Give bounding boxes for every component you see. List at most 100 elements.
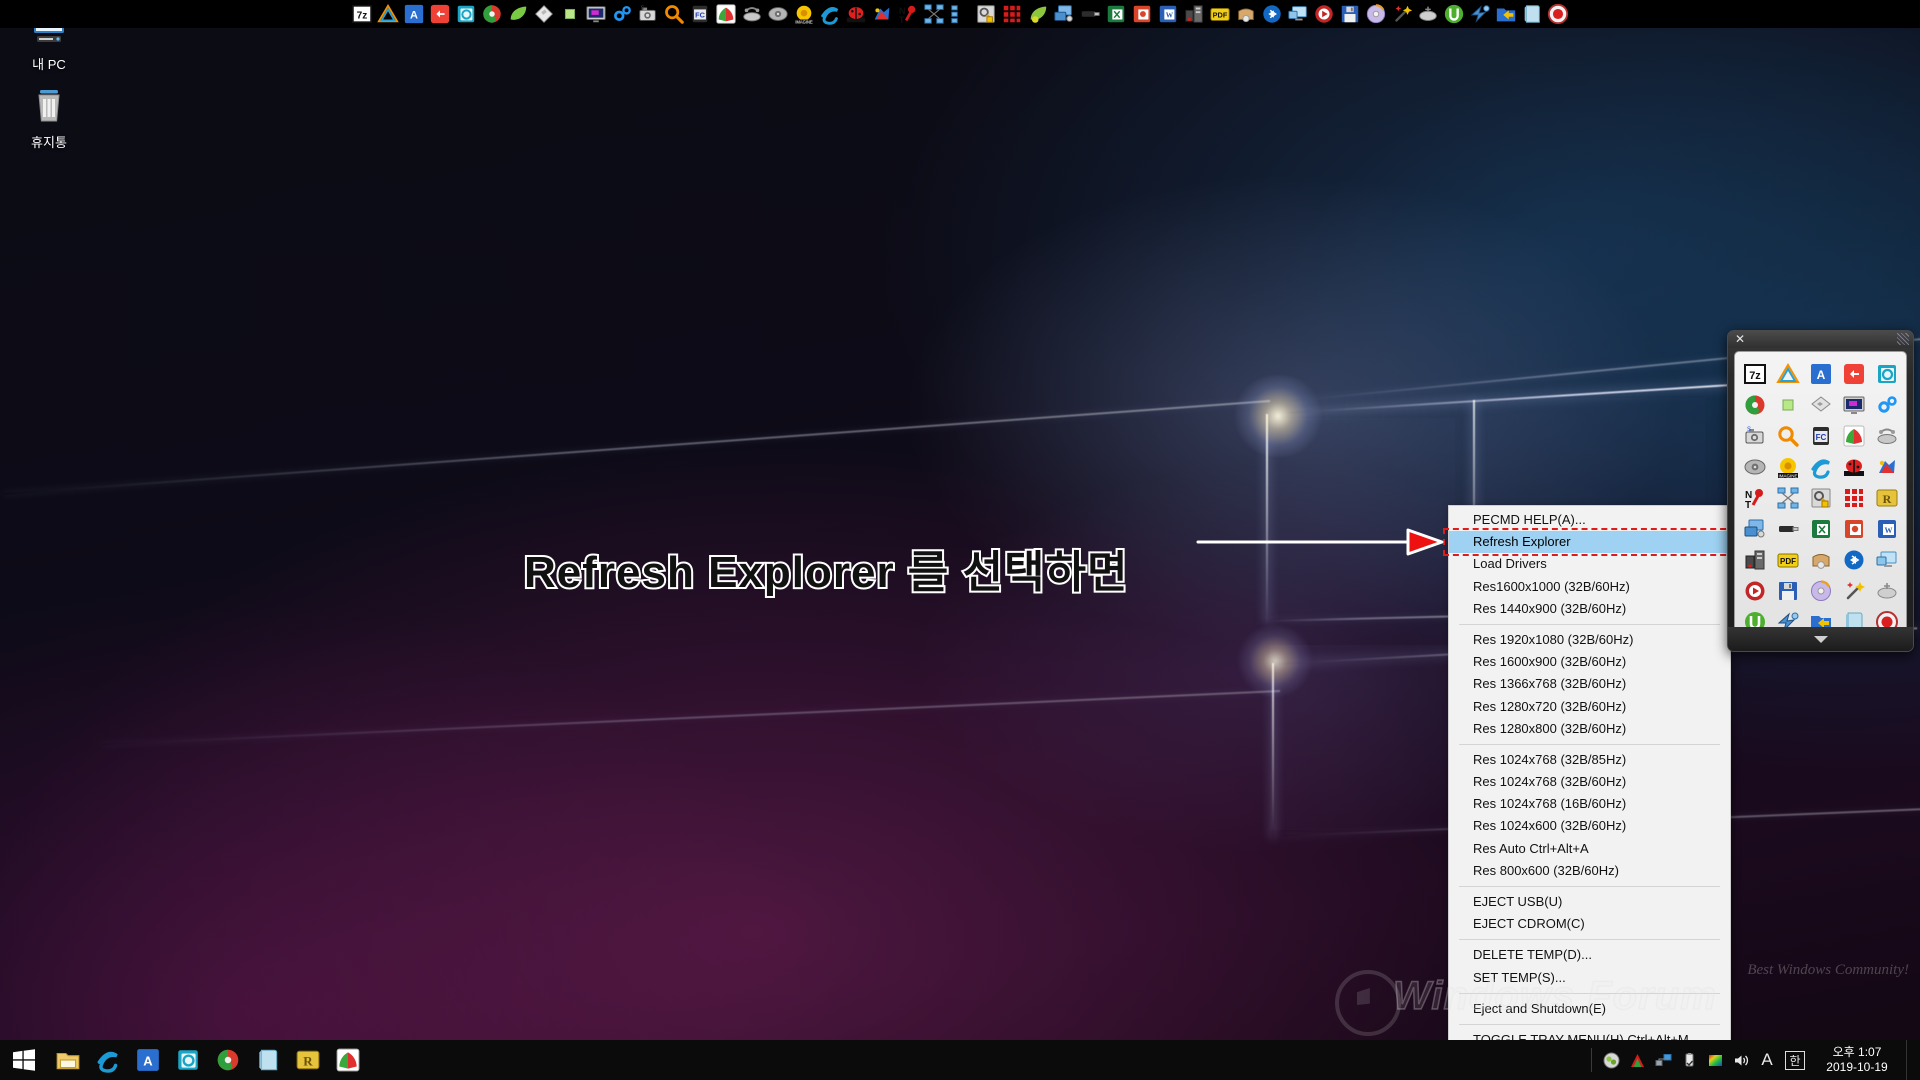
topbar-item-27[interactable] xyxy=(1052,2,1076,26)
tray-panel-item-32[interactable] xyxy=(1808,547,1834,573)
tray-panel-item-10[interactable]: S xyxy=(1742,423,1768,449)
tray-panel-item-11[interactable] xyxy=(1775,423,1801,449)
system-tray[interactable]: A 한 오후 1:07 2019-10-19 xyxy=(1591,1040,1920,1080)
tray-panel-item-25[interactable] xyxy=(1742,516,1768,542)
taskbar-clock[interactable]: 오후 1:07 2019-10-19 xyxy=(1810,1045,1906,1075)
topbar-item-42[interactable] xyxy=(1442,2,1466,26)
tray-panel-item-4[interactable] xyxy=(1874,361,1900,387)
tray-panel-item-23[interactable] xyxy=(1841,485,1867,511)
menu-item[interactable]: Res 1600x900 (32B/60Hz) xyxy=(1449,651,1730,673)
top-quicklaunch-bar[interactable]: 7z A S FC IMAGINE N T W PDF xyxy=(0,0,1920,28)
taskbar-app-paint-icon[interactable] xyxy=(208,1040,248,1080)
topbar-item-29[interactable] xyxy=(1104,2,1128,26)
tray-panel-item-20[interactable]: NT xyxy=(1742,485,1768,511)
taskbar-app-aomei-partition-icon[interactable] xyxy=(168,1040,208,1080)
tray-panel-item-18[interactable] xyxy=(1841,454,1867,480)
topbar-item-2[interactable]: A xyxy=(402,2,426,26)
tray-panel-item-28[interactable] xyxy=(1841,516,1867,542)
menu-item[interactable]: Res 1280x800 (32B/60Hz) xyxy=(1449,718,1730,740)
tray-panel-item-2[interactable]: A xyxy=(1808,361,1834,387)
tray-panel-item-1[interactable] xyxy=(1775,361,1801,387)
topbar-item-25[interactable] xyxy=(1000,2,1024,26)
taskbar-app-crystaldiskinfo-icon[interactable] xyxy=(328,1040,368,1080)
tray-panel-item-12[interactable]: FC xyxy=(1808,423,1834,449)
taskbar-pinned-apps[interactable]: AR xyxy=(48,1040,368,1080)
topbar-item-19[interactable] xyxy=(844,2,868,26)
close-icon[interactable]: ✕ xyxy=(1733,332,1747,346)
topbar-item-5[interactable] xyxy=(480,2,504,26)
ime-latin-indicator[interactable]: A xyxy=(1754,1040,1780,1080)
tray-panel-item-35[interactable] xyxy=(1742,578,1768,604)
topbar-item-9[interactable] xyxy=(584,2,608,26)
tray-panel-icon-grid[interactable]: 7z A S FC IMAGINE N T R W PDF xyxy=(1734,351,1907,644)
topbar-item-0[interactable]: 7z xyxy=(350,2,374,26)
menu-item[interactable]: SET TEMP(S)... xyxy=(1449,967,1730,989)
topbar-item-38[interactable] xyxy=(1338,2,1362,26)
topbar-item-18[interactable] xyxy=(818,2,842,26)
pecmd-context-menu[interactable]: PECMD HELP(A)... Refresh Explorer Load Dri… xyxy=(1448,505,1731,1056)
topbar-item-1[interactable] xyxy=(376,2,400,26)
topbar-item-37[interactable] xyxy=(1312,2,1336,26)
taskbar-app-internet-explorer-icon[interactable] xyxy=(88,1040,128,1080)
chevron-down-icon[interactable] xyxy=(1813,635,1828,643)
volume-icon[interactable] xyxy=(1728,1040,1754,1080)
taskbar-app-acronis-disk-director-icon[interactable]: A xyxy=(128,1040,168,1080)
menu-item[interactable]: DELETE TEMP(D)... xyxy=(1449,944,1730,966)
topbar-item-10[interactable] xyxy=(610,2,634,26)
topbar-item-46[interactable] xyxy=(1546,2,1570,26)
tray-panel-item-0[interactable]: 7z xyxy=(1742,361,1768,387)
tray-panel-item-15[interactable] xyxy=(1742,454,1768,480)
topbar-item-41[interactable] xyxy=(1416,2,1440,26)
topbar-item-22[interactable] xyxy=(922,2,946,26)
topbar-item-14[interactable] xyxy=(714,2,738,26)
menu-item[interactable]: Res 1024x600 (32B/60Hz) xyxy=(1449,815,1730,837)
topbar-item-34[interactable] xyxy=(1234,2,1258,26)
tray-panel-item-13[interactable] xyxy=(1841,423,1867,449)
tray-panel-item-37[interactable] xyxy=(1808,578,1834,604)
topbar-item-28[interactable] xyxy=(1078,2,1102,26)
topbar-item-31[interactable]: W xyxy=(1156,2,1180,26)
menu-item[interactable]: Res 1366x768 (32B/60Hz) xyxy=(1449,673,1730,695)
topbar-item-8[interactable] xyxy=(558,2,582,26)
topbar-item-16[interactable] xyxy=(766,2,790,26)
tray-panel-item-19[interactable] xyxy=(1874,454,1900,480)
start-button[interactable] xyxy=(0,1040,48,1080)
topbar-item-45[interactable] xyxy=(1520,2,1544,26)
topbar-item-11[interactable]: S xyxy=(636,2,660,26)
tray-panel-item-9[interactable] xyxy=(1874,392,1900,418)
menu-item-selected[interactable]: Refresh Explorer xyxy=(1449,531,1730,554)
tray-panel-item-16[interactable]: IMAGINE xyxy=(1775,454,1801,480)
taskbar[interactable]: AR A 한 오후 1:07 2019-10-19 xyxy=(0,1040,1920,1080)
tray-panel-item-39[interactable] xyxy=(1874,578,1900,604)
tray-panel-item-7[interactable] xyxy=(1808,392,1834,418)
floating-tray-panel[interactable]: ✕ 7z A S FC IMAGINE N T R W PDF xyxy=(1727,330,1914,652)
tray-panel-footer[interactable] xyxy=(1728,627,1913,651)
topbar-item-30[interactable] xyxy=(1130,2,1154,26)
topbar-item-3[interactable] xyxy=(428,2,452,26)
topbar-item-40[interactable] xyxy=(1390,2,1414,26)
taskbar-app-file-explorer-icon[interactable] xyxy=(48,1040,88,1080)
topbar-item-26[interactable] xyxy=(1026,2,1050,26)
topbar-item-15[interactable] xyxy=(740,2,764,26)
topbar-item-20[interactable] xyxy=(870,2,894,26)
menu-item[interactable]: Res 1280x720 (32B/60Hz) xyxy=(1449,696,1730,718)
topbar-item-12[interactable] xyxy=(662,2,686,26)
topbar-item-36[interactable] xyxy=(1286,2,1310,26)
menu-item[interactable]: Res 1024x768 (16B/60Hz) xyxy=(1449,793,1730,815)
tray-panel-item-27[interactable] xyxy=(1808,516,1834,542)
taskbar-app-r-drive-image-icon[interactable]: R xyxy=(288,1040,328,1080)
tray-panel-item-17[interactable] xyxy=(1808,454,1834,480)
topbar-item-7[interactable] xyxy=(532,2,556,26)
tray-panel-item-31[interactable]: PDF xyxy=(1775,547,1801,573)
topbar-item-43[interactable] xyxy=(1468,2,1492,26)
topbar-item-33[interactable]: PDF xyxy=(1208,2,1232,26)
menu-item[interactable]: EJECT CDROM(C) xyxy=(1449,913,1730,935)
tray-panel-item-8[interactable] xyxy=(1841,392,1867,418)
menu-item[interactable]: Res 1920x1080 (32B/60Hz) xyxy=(1449,629,1730,651)
desktop-icon-recycle-bin[interactable]: 휴지통 xyxy=(8,84,90,151)
topbar-item-23[interactable] xyxy=(948,2,972,26)
topbar-item-17[interactable]: IMAGINE xyxy=(792,2,816,26)
tray-panel-item-22[interactable] xyxy=(1808,485,1834,511)
tray-panel-item-14[interactable] xyxy=(1874,423,1900,449)
topbar-item-35[interactable] xyxy=(1260,2,1284,26)
